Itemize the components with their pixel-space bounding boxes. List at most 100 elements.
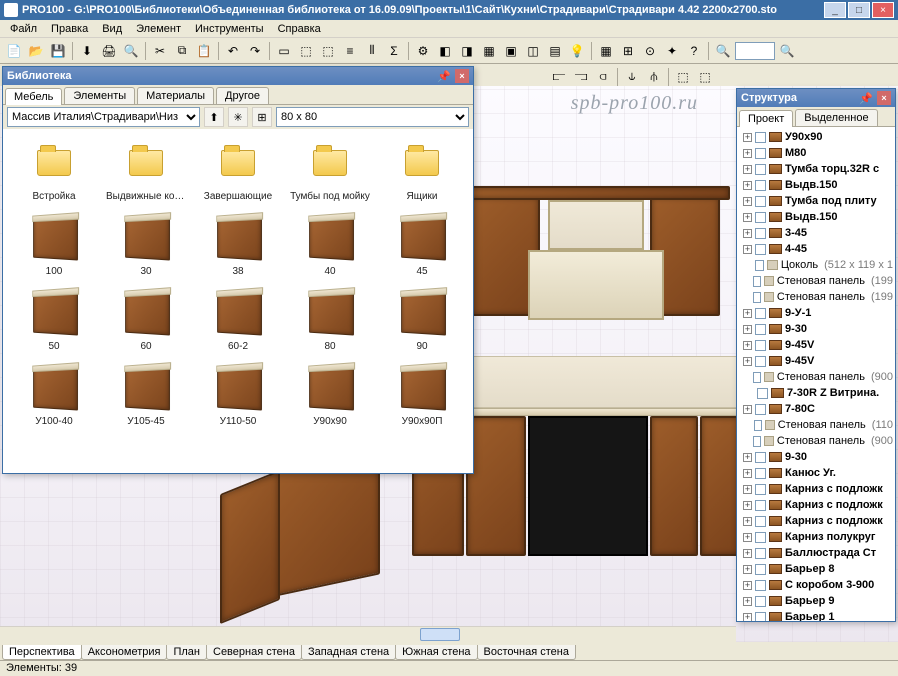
structure-titlebar[interactable]: Структура 📌 × <box>737 89 895 107</box>
up-folder-button[interactable]: ⬆ <box>204 107 224 127</box>
tree-row[interactable]: +Баллюстрада Ст <box>739 545 893 561</box>
viewport-hscroll[interactable] <box>0 626 736 642</box>
tool-button[interactable]: ▦ <box>479 41 499 61</box>
tree-checkbox[interactable] <box>755 324 766 335</box>
dist-v-button[interactable]: ⫛ <box>644 67 664 87</box>
library-tab[interactable]: Мебель <box>5 88 62 105</box>
tree-row[interactable]: 7-30R Z Витрина. <box>739 385 893 401</box>
tree-checkbox[interactable] <box>755 244 766 255</box>
tree-row[interactable]: +Карниз с подложк <box>739 481 893 497</box>
tree-checkbox[interactable] <box>755 180 766 191</box>
tool-button[interactable]: ⚙ <box>413 41 433 61</box>
tree-checkbox[interactable] <box>755 484 766 495</box>
tree-toggle[interactable]: + <box>743 309 752 318</box>
tree-checkbox[interactable] <box>753 276 761 287</box>
tree-row[interactable]: Стеновая панель(900 <box>739 433 893 449</box>
save-button[interactable]: 💾 <box>48 41 68 61</box>
tree-toggle[interactable]: + <box>743 213 752 222</box>
library-folder[interactable]: Выдвижные корзины <box>101 135 191 206</box>
tree-row[interactable]: +7-80C <box>739 401 893 417</box>
tool-button[interactable]: ⬚ <box>673 67 693 87</box>
menu-справка[interactable]: Справка <box>272 22 327 36</box>
tool-button[interactable]: ▤ <box>545 41 565 61</box>
tree-row[interactable]: +Тумба под плиту <box>739 193 893 209</box>
pin-icon[interactable]: 📌 <box>437 70 451 83</box>
help-button[interactable]: ? <box>684 41 704 61</box>
menu-элемент[interactable]: Элемент <box>130 22 187 36</box>
open-button[interactable]: 📂 <box>26 41 46 61</box>
tree-toggle[interactable]: + <box>743 357 752 366</box>
tree-row[interactable]: +9-30 <box>739 449 893 465</box>
undo-button[interactable]: ↶ <box>223 41 243 61</box>
print-button[interactable]: 🖨 <box>99 41 119 61</box>
tree-checkbox[interactable] <box>755 580 766 591</box>
tree-toggle[interactable]: + <box>743 181 752 190</box>
tree-checkbox[interactable] <box>755 228 766 239</box>
select-button[interactable]: ▭ <box>274 41 294 61</box>
library-item[interactable]: 100 <box>9 210 99 281</box>
tool-button[interactable]: ▣ <box>501 41 521 61</box>
new-folder-button[interactable]: ✳ <box>228 107 248 127</box>
tree-checkbox[interactable] <box>755 196 766 207</box>
library-item[interactable]: 80 <box>285 285 375 356</box>
library-item[interactable]: 30 <box>101 210 191 281</box>
tree-toggle[interactable]: + <box>743 613 752 622</box>
tree-checkbox[interactable] <box>755 212 766 223</box>
paste-button[interactable]: 📋 <box>194 41 214 61</box>
view-tab[interactable]: Западная стена <box>301 645 396 660</box>
cut-button[interactable]: ✂ <box>150 41 170 61</box>
structure-tab[interactable]: Проект <box>739 110 793 127</box>
tree-toggle[interactable]: + <box>743 485 752 494</box>
tree-checkbox[interactable] <box>755 308 766 319</box>
tree-toggle[interactable]: + <box>743 165 752 174</box>
library-item[interactable]: 45 <box>377 210 467 281</box>
library-tab[interactable]: Материалы <box>137 87 214 104</box>
tree-checkbox[interactable] <box>755 148 766 159</box>
tree-checkbox[interactable] <box>755 260 764 271</box>
library-titlebar[interactable]: Библиотека 📌 × <box>3 67 473 85</box>
dist-h-button[interactable]: ⫝ <box>622 67 642 87</box>
library-item[interactable]: 38 <box>193 210 283 281</box>
tree-row[interactable]: +Канюс Уг. <box>739 465 893 481</box>
tree-checkbox[interactable] <box>755 612 766 622</box>
grid-button[interactable]: ⊞ <box>618 41 638 61</box>
structure-tab[interactable]: Выделенное <box>795 109 877 126</box>
zoom-fit-button[interactable]: 🔍 <box>777 41 797 61</box>
tree-row[interactable]: Стеновая панель(199 <box>739 273 893 289</box>
tree-toggle[interactable]: + <box>743 325 752 334</box>
light-button[interactable]: 💡 <box>567 41 587 61</box>
tree-toggle[interactable]: + <box>743 229 752 238</box>
tree-checkbox[interactable] <box>753 436 761 447</box>
tree-row[interactable]: +3-45 <box>739 225 893 241</box>
library-item[interactable]: 60 <box>101 285 191 356</box>
sum-button[interactable]: Σ <box>384 41 404 61</box>
close-button[interactable]: × <box>872 2 894 18</box>
align-button[interactable]: ≡ <box>340 41 360 61</box>
tree-checkbox[interactable] <box>753 292 761 303</box>
tree-checkbox[interactable] <box>755 548 766 559</box>
tree-row[interactable]: +Выдв.150 <box>739 209 893 225</box>
library-close-button[interactable]: × <box>455 69 469 83</box>
hscroll-thumb[interactable] <box>420 628 460 641</box>
tree-toggle[interactable]: + <box>743 245 752 254</box>
tree-row[interactable]: +Карниз с подложк <box>739 497 893 513</box>
structure-body[interactable]: +У90x90+М80+Тумба торц.32R с+Выдв.150+Ту… <box>737 127 895 621</box>
group-button[interactable]: ⬚ <box>296 41 316 61</box>
tool-button[interactable]: ⬚ <box>695 67 715 87</box>
align-left-button[interactable]: ⫍ <box>549 67 569 87</box>
tree-checkbox[interactable] <box>755 500 766 511</box>
tree-toggle[interactable]: + <box>743 501 752 510</box>
tree-checkbox[interactable] <box>755 340 766 351</box>
tree-checkbox[interactable] <box>757 388 768 399</box>
library-item[interactable]: У90x90 <box>285 360 375 431</box>
tree-row[interactable]: +9-У-1 <box>739 305 893 321</box>
tree-checkbox[interactable] <box>755 596 766 607</box>
tree-toggle[interactable]: + <box>743 149 752 158</box>
tree-toggle[interactable]: + <box>743 453 752 462</box>
tree-row[interactable]: Стеновая панель(110 <box>739 417 893 433</box>
library-item[interactable]: 60-2 <box>193 285 283 356</box>
tree-checkbox[interactable] <box>754 420 762 431</box>
import-button[interactable]: ⬇ <box>77 41 97 61</box>
view-tab[interactable]: Аксонометрия <box>81 645 168 660</box>
library-item[interactable]: 40 <box>285 210 375 281</box>
